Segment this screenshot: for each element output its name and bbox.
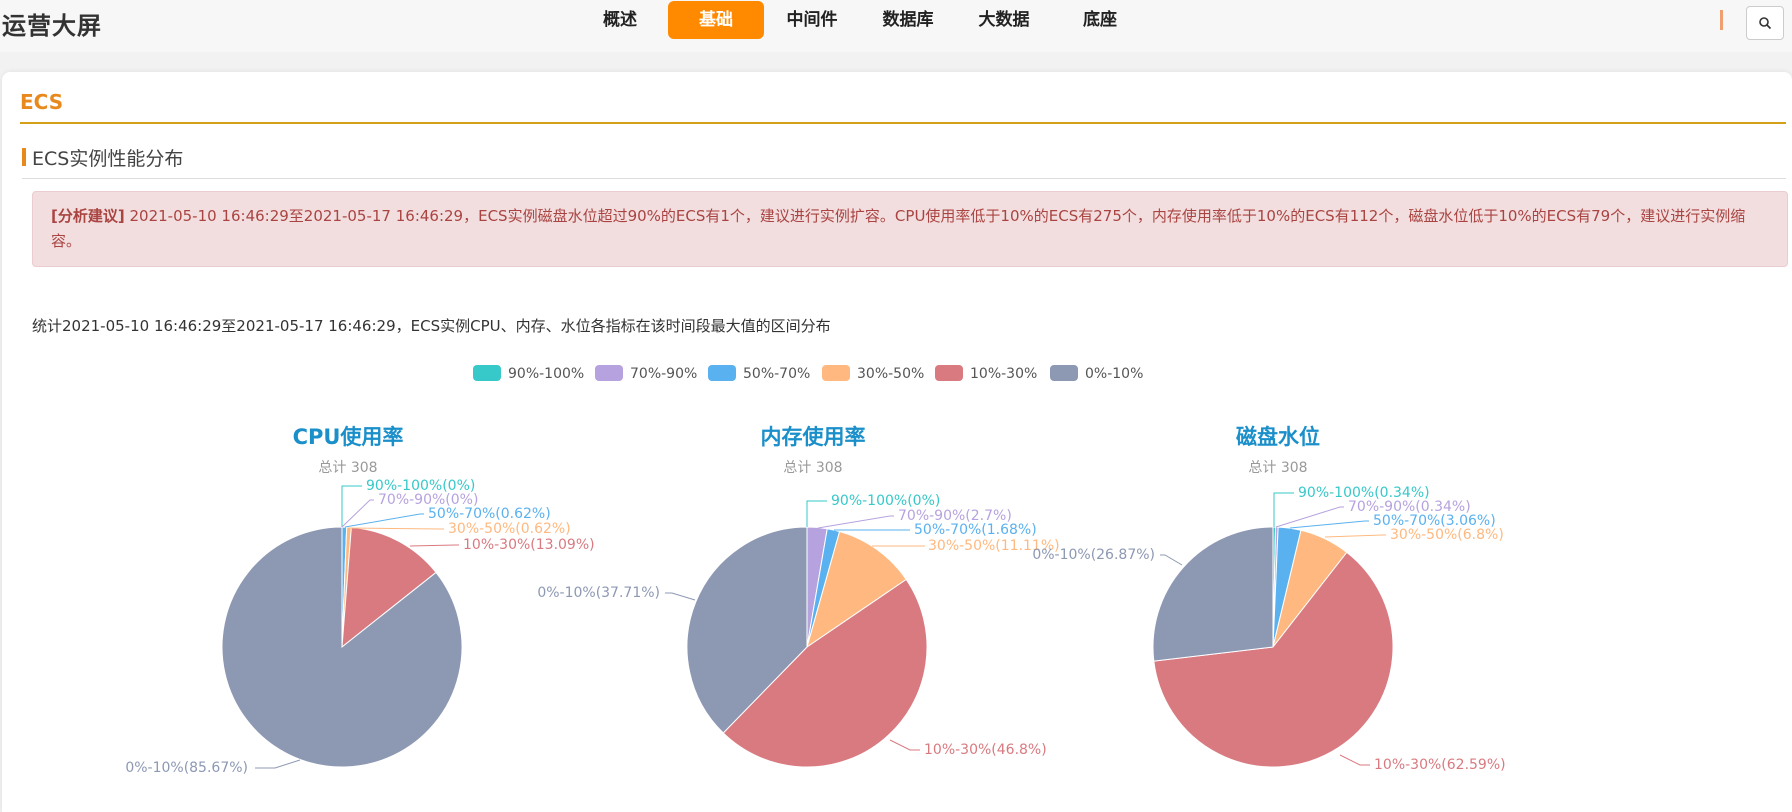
data-label: 30%-50%(0.62%) xyxy=(448,521,571,537)
data-label: 10%-30%(13.09%) xyxy=(463,537,595,553)
legend-label: 70%-90% xyxy=(630,366,697,382)
pie-charts: 90%-100% 70%-90% 50%-70% 30%-50% 10%-30% 0%-1… xyxy=(125,365,1506,776)
leader-line xyxy=(1160,554,1183,566)
legend-label: 90%-100% xyxy=(508,366,584,382)
leader-line xyxy=(1324,534,1386,538)
legend-swatch xyxy=(473,365,501,381)
data-label: 0%-10%(37.71%) xyxy=(537,585,660,601)
legend-label: 30%-50% xyxy=(857,366,924,382)
data-label: 0%-10%(85.67%) xyxy=(125,760,248,776)
chart-title: CPU使用率 xyxy=(293,425,404,449)
chart-subtitle: 总计 308 xyxy=(318,460,377,476)
chart-title: 磁盘水位 xyxy=(1236,425,1320,449)
pie-slice xyxy=(1152,526,1274,662)
legend-swatch xyxy=(708,365,736,381)
legend-swatch xyxy=(1050,365,1078,381)
chart-subtitle: 总计 308 xyxy=(783,460,842,476)
data-label: 30%-50%(6.8%) xyxy=(1390,527,1504,543)
leader-line xyxy=(409,544,459,547)
data-label: 90%-100%(0%) xyxy=(831,493,940,509)
data-label: 10%-30%(46.8%) xyxy=(924,742,1047,758)
chart-subtitle: 总计 308 xyxy=(1248,460,1307,476)
leader-line xyxy=(344,513,424,528)
data-label: 50%-70%(1.68%) xyxy=(914,522,1037,538)
data-label: 50%-70%(0.62%) xyxy=(428,506,551,522)
legend-label: 50%-70% xyxy=(743,366,810,382)
legend-label: 0%-10% xyxy=(1085,366,1143,382)
leader-line xyxy=(1339,754,1370,766)
leader-line xyxy=(1289,520,1369,529)
leader-line xyxy=(889,739,920,751)
legend-swatch xyxy=(595,365,623,381)
leader-line xyxy=(341,485,362,527)
leader-line xyxy=(255,759,301,769)
data-label: 0%-10%(26.87%) xyxy=(1032,547,1155,563)
legend-swatch xyxy=(935,365,963,381)
chart-title: 内存使用率 xyxy=(761,425,866,449)
data-label: 10%-30%(62.59%) xyxy=(1374,757,1506,773)
legend-swatch xyxy=(822,365,850,381)
leader-line xyxy=(806,500,827,527)
leader-line xyxy=(665,592,696,601)
legend-label: 10%-30% xyxy=(970,366,1037,382)
leader-line xyxy=(817,515,894,529)
